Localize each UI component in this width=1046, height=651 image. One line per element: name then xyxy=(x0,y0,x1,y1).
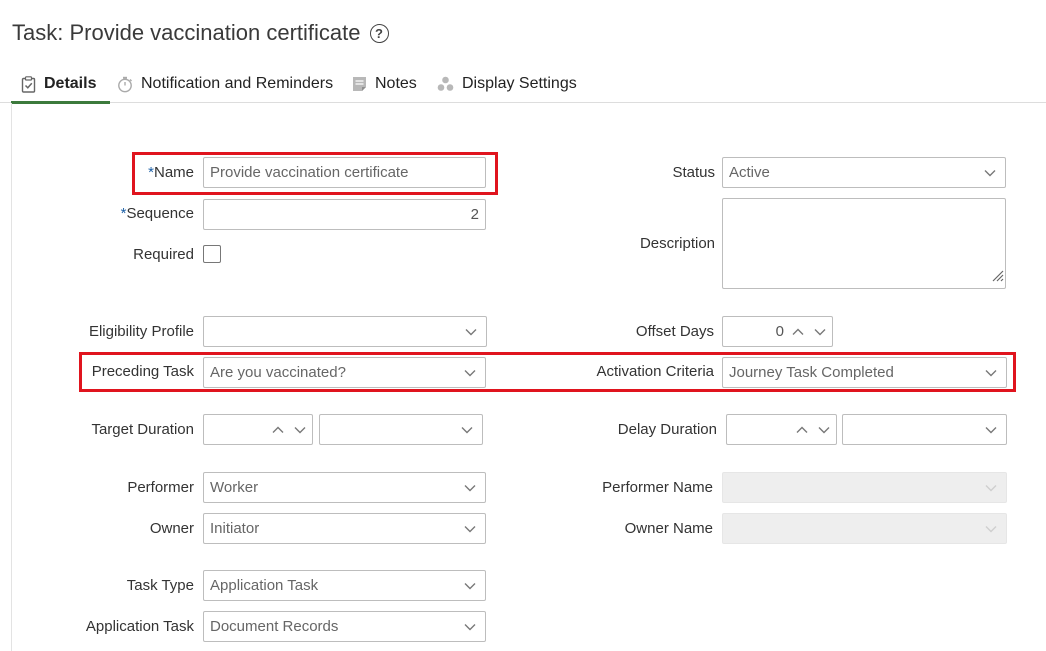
performer-name-select[interactable] xyxy=(722,472,1007,503)
description-label: Description xyxy=(639,235,715,252)
offset-days-stepper[interactable]: 0 xyxy=(722,316,833,347)
required-checkbox[interactable] xyxy=(203,245,221,263)
sequence-value: 2 xyxy=(470,206,479,223)
owner-label: Owner xyxy=(149,520,194,537)
target-duration-label: Target Duration xyxy=(91,421,194,438)
content-border xyxy=(11,103,12,651)
help-icon[interactable]: ? xyxy=(369,23,389,43)
performer-name-label: Performer Name xyxy=(602,479,713,496)
delay-duration-label: Delay Duration xyxy=(617,421,717,438)
chevron-up-icon[interactable] xyxy=(792,323,804,340)
status-select[interactable]: Active xyxy=(722,157,1006,188)
eligibility-profile-select[interactable] xyxy=(203,316,487,347)
chevron-down-icon[interactable] xyxy=(461,520,479,538)
name-label-text: Name xyxy=(153,164,194,181)
chevron-down-icon[interactable] xyxy=(461,479,479,497)
performer-value: Worker xyxy=(210,479,259,496)
resize-grip-icon[interactable] xyxy=(990,268,1004,287)
owner-value: Initiator xyxy=(210,520,260,537)
offset-days-value: 0 xyxy=(775,323,784,340)
chevron-up-icon[interactable] xyxy=(796,421,808,438)
chevron-down-icon[interactable] xyxy=(814,323,826,340)
delay-duration-stepper[interactable] xyxy=(726,414,837,445)
stopwatch-icon xyxy=(117,76,133,93)
required-label: Required xyxy=(133,246,194,263)
tab-details[interactable]: Details xyxy=(10,66,112,104)
tab-notification-and-reminders[interactable]: Notification and Reminders xyxy=(117,66,333,102)
tab-details-label: Details xyxy=(44,75,97,92)
task-type-value: Application Task xyxy=(210,577,319,594)
target-duration-unit-select[interactable] xyxy=(319,414,483,445)
preceding-task-label: Preceding Task xyxy=(91,363,194,380)
sequence-field[interactable]: 2 xyxy=(203,199,486,230)
task-type-label: Task Type xyxy=(126,577,194,594)
chevron-down-icon[interactable] xyxy=(458,421,476,439)
sequence-label-text: Sequence xyxy=(126,205,194,222)
sequence-label: *Sequence xyxy=(121,204,194,224)
chevron-down-icon[interactable] xyxy=(982,421,1000,439)
activation-criteria-select[interactable]: Journey Task Completed xyxy=(722,357,1007,388)
status-label: Status xyxy=(672,164,715,181)
tab-bar: Details Notification and Reminders Notes… xyxy=(0,66,1046,104)
tab-notes-label: Notes xyxy=(375,75,417,92)
chevron-up-icon[interactable] xyxy=(272,421,284,438)
chevron-down-icon[interactable] xyxy=(818,421,830,438)
name-value: Provide vaccination certificate xyxy=(210,164,409,181)
chevron-down-icon[interactable] xyxy=(461,364,479,382)
page-title-text: Task: Provide vaccination certificate xyxy=(12,20,361,45)
chevron-down-icon[interactable] xyxy=(982,479,1000,497)
chevron-down-icon[interactable] xyxy=(461,618,479,636)
tab-display-settings[interactable]: Display Settings xyxy=(437,66,577,102)
owner-name-select[interactable] xyxy=(722,513,1007,544)
tab-display-label: Display Settings xyxy=(462,75,577,92)
chevron-down-icon[interactable] xyxy=(982,364,1000,382)
preceding-task-value: Are you vaccinated? xyxy=(210,364,346,381)
application-task-label: Application Task xyxy=(85,618,194,635)
page-title: Task: Provide vaccination certificate ? xyxy=(12,20,389,46)
name-label: *Name xyxy=(148,163,194,183)
activation-criteria-label: Activation Criteria xyxy=(596,363,714,380)
chevron-down-icon[interactable] xyxy=(462,323,480,341)
application-task-value: Document Records xyxy=(210,618,339,635)
description-textarea[interactable] xyxy=(722,198,1006,289)
chevron-down-icon[interactable] xyxy=(981,164,999,182)
activation-criteria-value: Journey Task Completed xyxy=(729,364,894,381)
chevron-down-icon[interactable] xyxy=(982,520,1000,538)
owner-name-label: Owner Name xyxy=(624,520,713,537)
target-duration-stepper[interactable] xyxy=(203,414,313,445)
task-type-select[interactable]: Application Task xyxy=(203,570,486,601)
offset-days-label: Offset Days xyxy=(635,323,714,340)
clipboard-check-icon xyxy=(21,75,36,93)
tab-notification-label: Notification and Reminders xyxy=(141,75,334,92)
name-field[interactable]: Provide vaccination certificate xyxy=(203,157,486,188)
owner-select[interactable]: Initiator xyxy=(203,513,486,544)
chevron-down-icon[interactable] xyxy=(461,577,479,595)
eligibility-profile-label: Eligibility Profile xyxy=(88,323,194,340)
performer-select[interactable]: Worker xyxy=(203,472,486,503)
performer-label: Performer xyxy=(127,479,194,496)
delay-duration-unit-select[interactable] xyxy=(842,414,1007,445)
chevron-down-icon[interactable] xyxy=(294,421,306,438)
note-icon xyxy=(352,76,367,92)
tab-notes[interactable]: Notes xyxy=(352,66,417,102)
dots-cluster-icon xyxy=(437,76,454,92)
preceding-task-select[interactable]: Are you vaccinated? xyxy=(203,357,486,388)
application-task-select[interactable]: Document Records xyxy=(203,611,486,642)
status-value: Active xyxy=(729,164,770,181)
